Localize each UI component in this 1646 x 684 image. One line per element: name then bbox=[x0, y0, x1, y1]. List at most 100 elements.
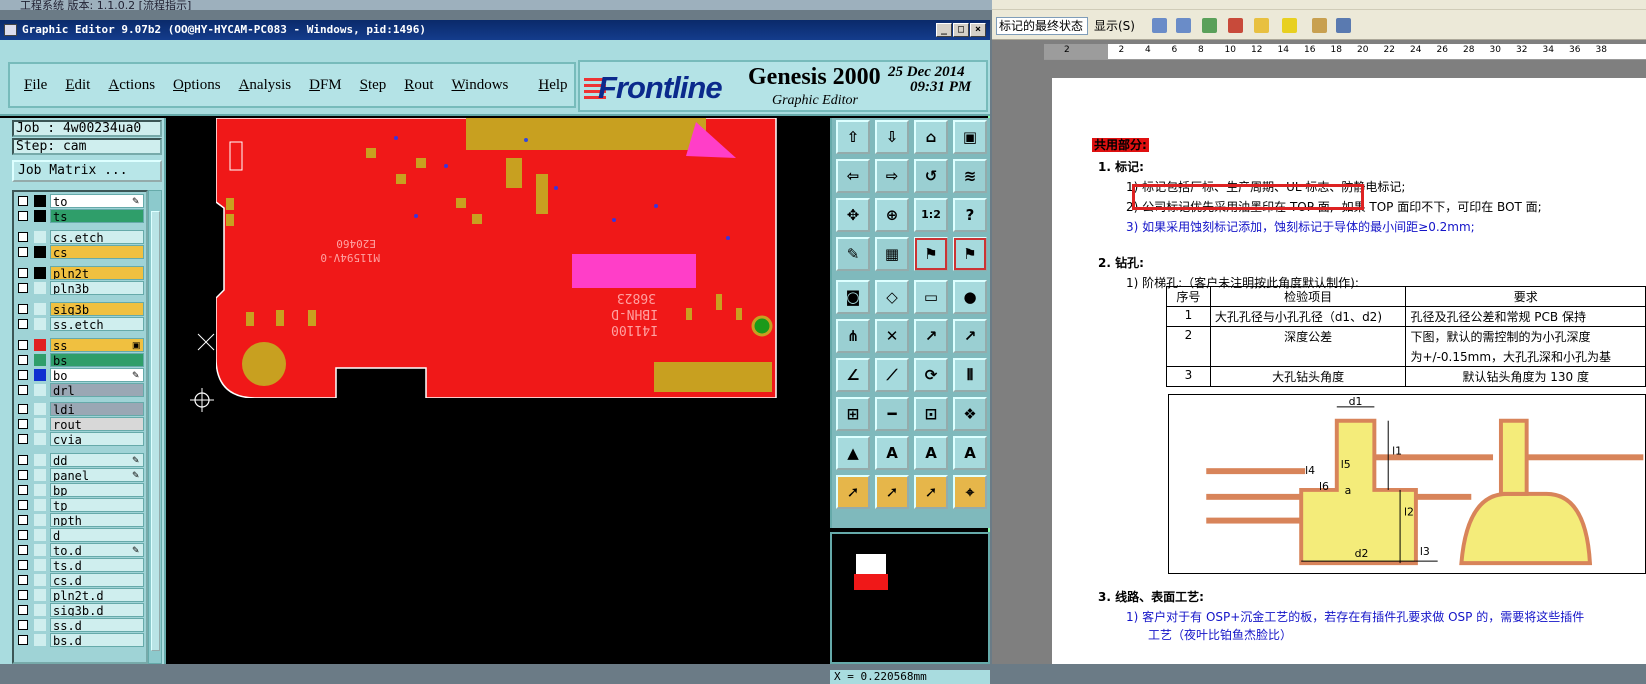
layer-color-swatch[interactable] bbox=[34, 318, 46, 330]
accept-change-icon[interactable] bbox=[1202, 18, 1217, 33]
highlight-icon[interactable] bbox=[1282, 18, 1297, 33]
layer-row-sig3b-d[interactable]: sig3b.d bbox=[14, 603, 146, 617]
layer-row-cs[interactable]: cs bbox=[14, 245, 146, 259]
tool-copy-button[interactable]: ↗ bbox=[953, 319, 987, 353]
layer-color-swatch[interactable] bbox=[34, 574, 46, 586]
job-matrix-button[interactable]: Job Matrix ... bbox=[12, 160, 162, 182]
genesis-title-bar[interactable]: Graphic Editor 9.07b2 (OO@HY-HYCAM-PC083… bbox=[0, 20, 990, 40]
layer-color-swatch[interactable] bbox=[34, 303, 46, 315]
prev-change-icon[interactable] bbox=[1152, 18, 1167, 33]
tool-stripe-button[interactable]: ━ bbox=[875, 397, 909, 431]
layer-checkbox[interactable] bbox=[18, 304, 28, 314]
tool-fit-all-button[interactable]: ✥ bbox=[836, 198, 870, 232]
tool-scale-button[interactable]: 1:2 bbox=[914, 198, 948, 232]
layer-color-swatch[interactable] bbox=[34, 403, 46, 415]
layer-row-cs-etch[interactable]: cs.etch bbox=[14, 230, 146, 244]
layer-color-swatch[interactable] bbox=[34, 484, 46, 496]
tool-cross-button[interactable]: ✕ bbox=[875, 319, 909, 353]
layer-color-swatch[interactable] bbox=[34, 619, 46, 631]
layer-name[interactable]: bp bbox=[50, 483, 144, 497]
layer-row-sig3b[interactable]: sig3b bbox=[14, 302, 146, 316]
menu-actions[interactable]: Actions bbox=[108, 77, 155, 94]
layer-color-swatch[interactable] bbox=[34, 195, 46, 207]
layer-checkbox[interactable] bbox=[18, 635, 28, 645]
layer-name[interactable]: tp bbox=[50, 498, 144, 512]
close-button[interactable]: × bbox=[970, 23, 986, 37]
layer-row-ts-d[interactable]: ts.d bbox=[14, 558, 146, 572]
layer-color-swatch[interactable] bbox=[34, 210, 46, 222]
layer-name[interactable]: drl bbox=[50, 383, 144, 397]
layer-color-swatch[interactable] bbox=[34, 469, 46, 481]
layer-checkbox[interactable] bbox=[18, 196, 28, 206]
tool-move-button[interactable]: ↗ bbox=[914, 319, 948, 353]
layer-color-swatch[interactable] bbox=[34, 514, 46, 526]
layer-color-swatch[interactable] bbox=[34, 589, 46, 601]
layer-name[interactable]: sig3b bbox=[50, 302, 144, 316]
layer-row-ldi[interactable]: ldi bbox=[14, 402, 146, 416]
tool-redo-view-button[interactable]: ≋ bbox=[953, 159, 987, 193]
tool-grid-button[interactable]: ▦ bbox=[875, 237, 909, 271]
overview-map[interactable] bbox=[830, 532, 990, 664]
layer-name[interactable]: npth bbox=[50, 513, 144, 527]
layer-name[interactable]: ts.d bbox=[50, 558, 144, 572]
layer-name[interactable]: rout bbox=[50, 417, 144, 431]
layer-row-d[interactable]: d bbox=[14, 528, 146, 542]
layer-name[interactable]: d bbox=[50, 528, 144, 542]
layer-name[interactable]: pln2t.d bbox=[50, 588, 144, 602]
menu-step[interactable]: Step bbox=[360, 77, 387, 94]
layer-color-swatch[interactable] bbox=[34, 559, 46, 571]
layer-row-ss-d[interactable]: ss.d bbox=[14, 618, 146, 632]
layer-checkbox[interactable] bbox=[18, 620, 28, 630]
tool-traffic-light-button[interactable]: ⚑ bbox=[914, 237, 948, 271]
tool-zoom-home-button[interactable]: ⇧ bbox=[836, 120, 870, 154]
layer-checkbox[interactable] bbox=[18, 590, 28, 600]
tool-select-area-button[interactable]: ◇ bbox=[875, 280, 909, 314]
layer-checkbox[interactable] bbox=[18, 470, 28, 480]
layer-name[interactable]: cvia bbox=[50, 432, 144, 446]
layer-checkbox[interactable] bbox=[18, 575, 28, 585]
layer-name[interactable]: ts bbox=[50, 209, 144, 223]
layer-checkbox[interactable] bbox=[18, 355, 28, 365]
layer-color-swatch[interactable] bbox=[34, 529, 46, 541]
tool-line-button[interactable]: ⟋ bbox=[875, 358, 909, 392]
tool-locate-button[interactable]: ⌖ bbox=[953, 475, 987, 509]
tool-features-button[interactable]: ❖ bbox=[953, 397, 987, 431]
menu-rout[interactable]: Rout bbox=[404, 77, 433, 94]
layer-color-swatch[interactable] bbox=[34, 454, 46, 466]
layer-checkbox[interactable] bbox=[18, 419, 28, 429]
tool-pointer-frame-button[interactable]: ➚ bbox=[875, 475, 909, 509]
layer-color-swatch[interactable] bbox=[34, 433, 46, 445]
next-change-icon[interactable] bbox=[1176, 18, 1191, 33]
tool-home-button[interactable]: ⌂ bbox=[914, 120, 948, 154]
minimize-button[interactable]: _ bbox=[936, 23, 952, 37]
layer-color-swatch[interactable] bbox=[34, 369, 46, 381]
layer-name[interactable]: ldi bbox=[50, 402, 144, 416]
tool-net-button[interactable]: ⋔ bbox=[836, 319, 870, 353]
layer-name[interactable]: ss.d bbox=[50, 618, 144, 632]
menu-file[interactable]: File bbox=[24, 77, 47, 94]
layer-row-npth[interactable]: npth bbox=[14, 513, 146, 527]
document-page[interactable]: 共用部分: 1. 标记: 1) 标记包括厂标、生产周期、UL 标志、防静电标记;… bbox=[1052, 78, 1646, 664]
comment-icon[interactable] bbox=[1254, 18, 1269, 33]
layer-name[interactable]: cs.d bbox=[50, 573, 144, 587]
layer-checkbox[interactable] bbox=[18, 404, 28, 414]
tool-page-view-button[interactable]: ▣ bbox=[953, 120, 987, 154]
layer-checkbox[interactable] bbox=[18, 247, 28, 257]
layer-row-drl[interactable]: drl bbox=[14, 383, 146, 397]
layer-row-cs-d[interactable]: cs.d bbox=[14, 573, 146, 587]
layer-row-bp[interactable]: bp bbox=[14, 483, 146, 497]
layer-row-ss[interactable]: ss ▣ bbox=[14, 338, 146, 352]
layer-checkbox[interactable] bbox=[18, 211, 28, 221]
graphic-canvas[interactable]: E20460 M11594V-0 36823 IBHN-D I41100 bbox=[166, 118, 830, 664]
layer-name[interactable]: to.d bbox=[50, 543, 144, 557]
layer-color-swatch[interactable] bbox=[34, 282, 46, 294]
menu-options[interactable]: Options bbox=[173, 77, 221, 94]
menu-analysis[interactable]: Analysis bbox=[239, 77, 292, 94]
layer-name[interactable]: bo bbox=[50, 368, 144, 382]
layer-checkbox[interactable] bbox=[18, 545, 28, 555]
layer-color-swatch[interactable] bbox=[34, 339, 46, 351]
layer-name[interactable]: sig3b.d bbox=[50, 603, 144, 617]
layer-color-swatch[interactable] bbox=[34, 246, 46, 258]
layer-color-swatch[interactable] bbox=[34, 267, 46, 279]
tool-pad-button[interactable]: ● bbox=[953, 280, 987, 314]
